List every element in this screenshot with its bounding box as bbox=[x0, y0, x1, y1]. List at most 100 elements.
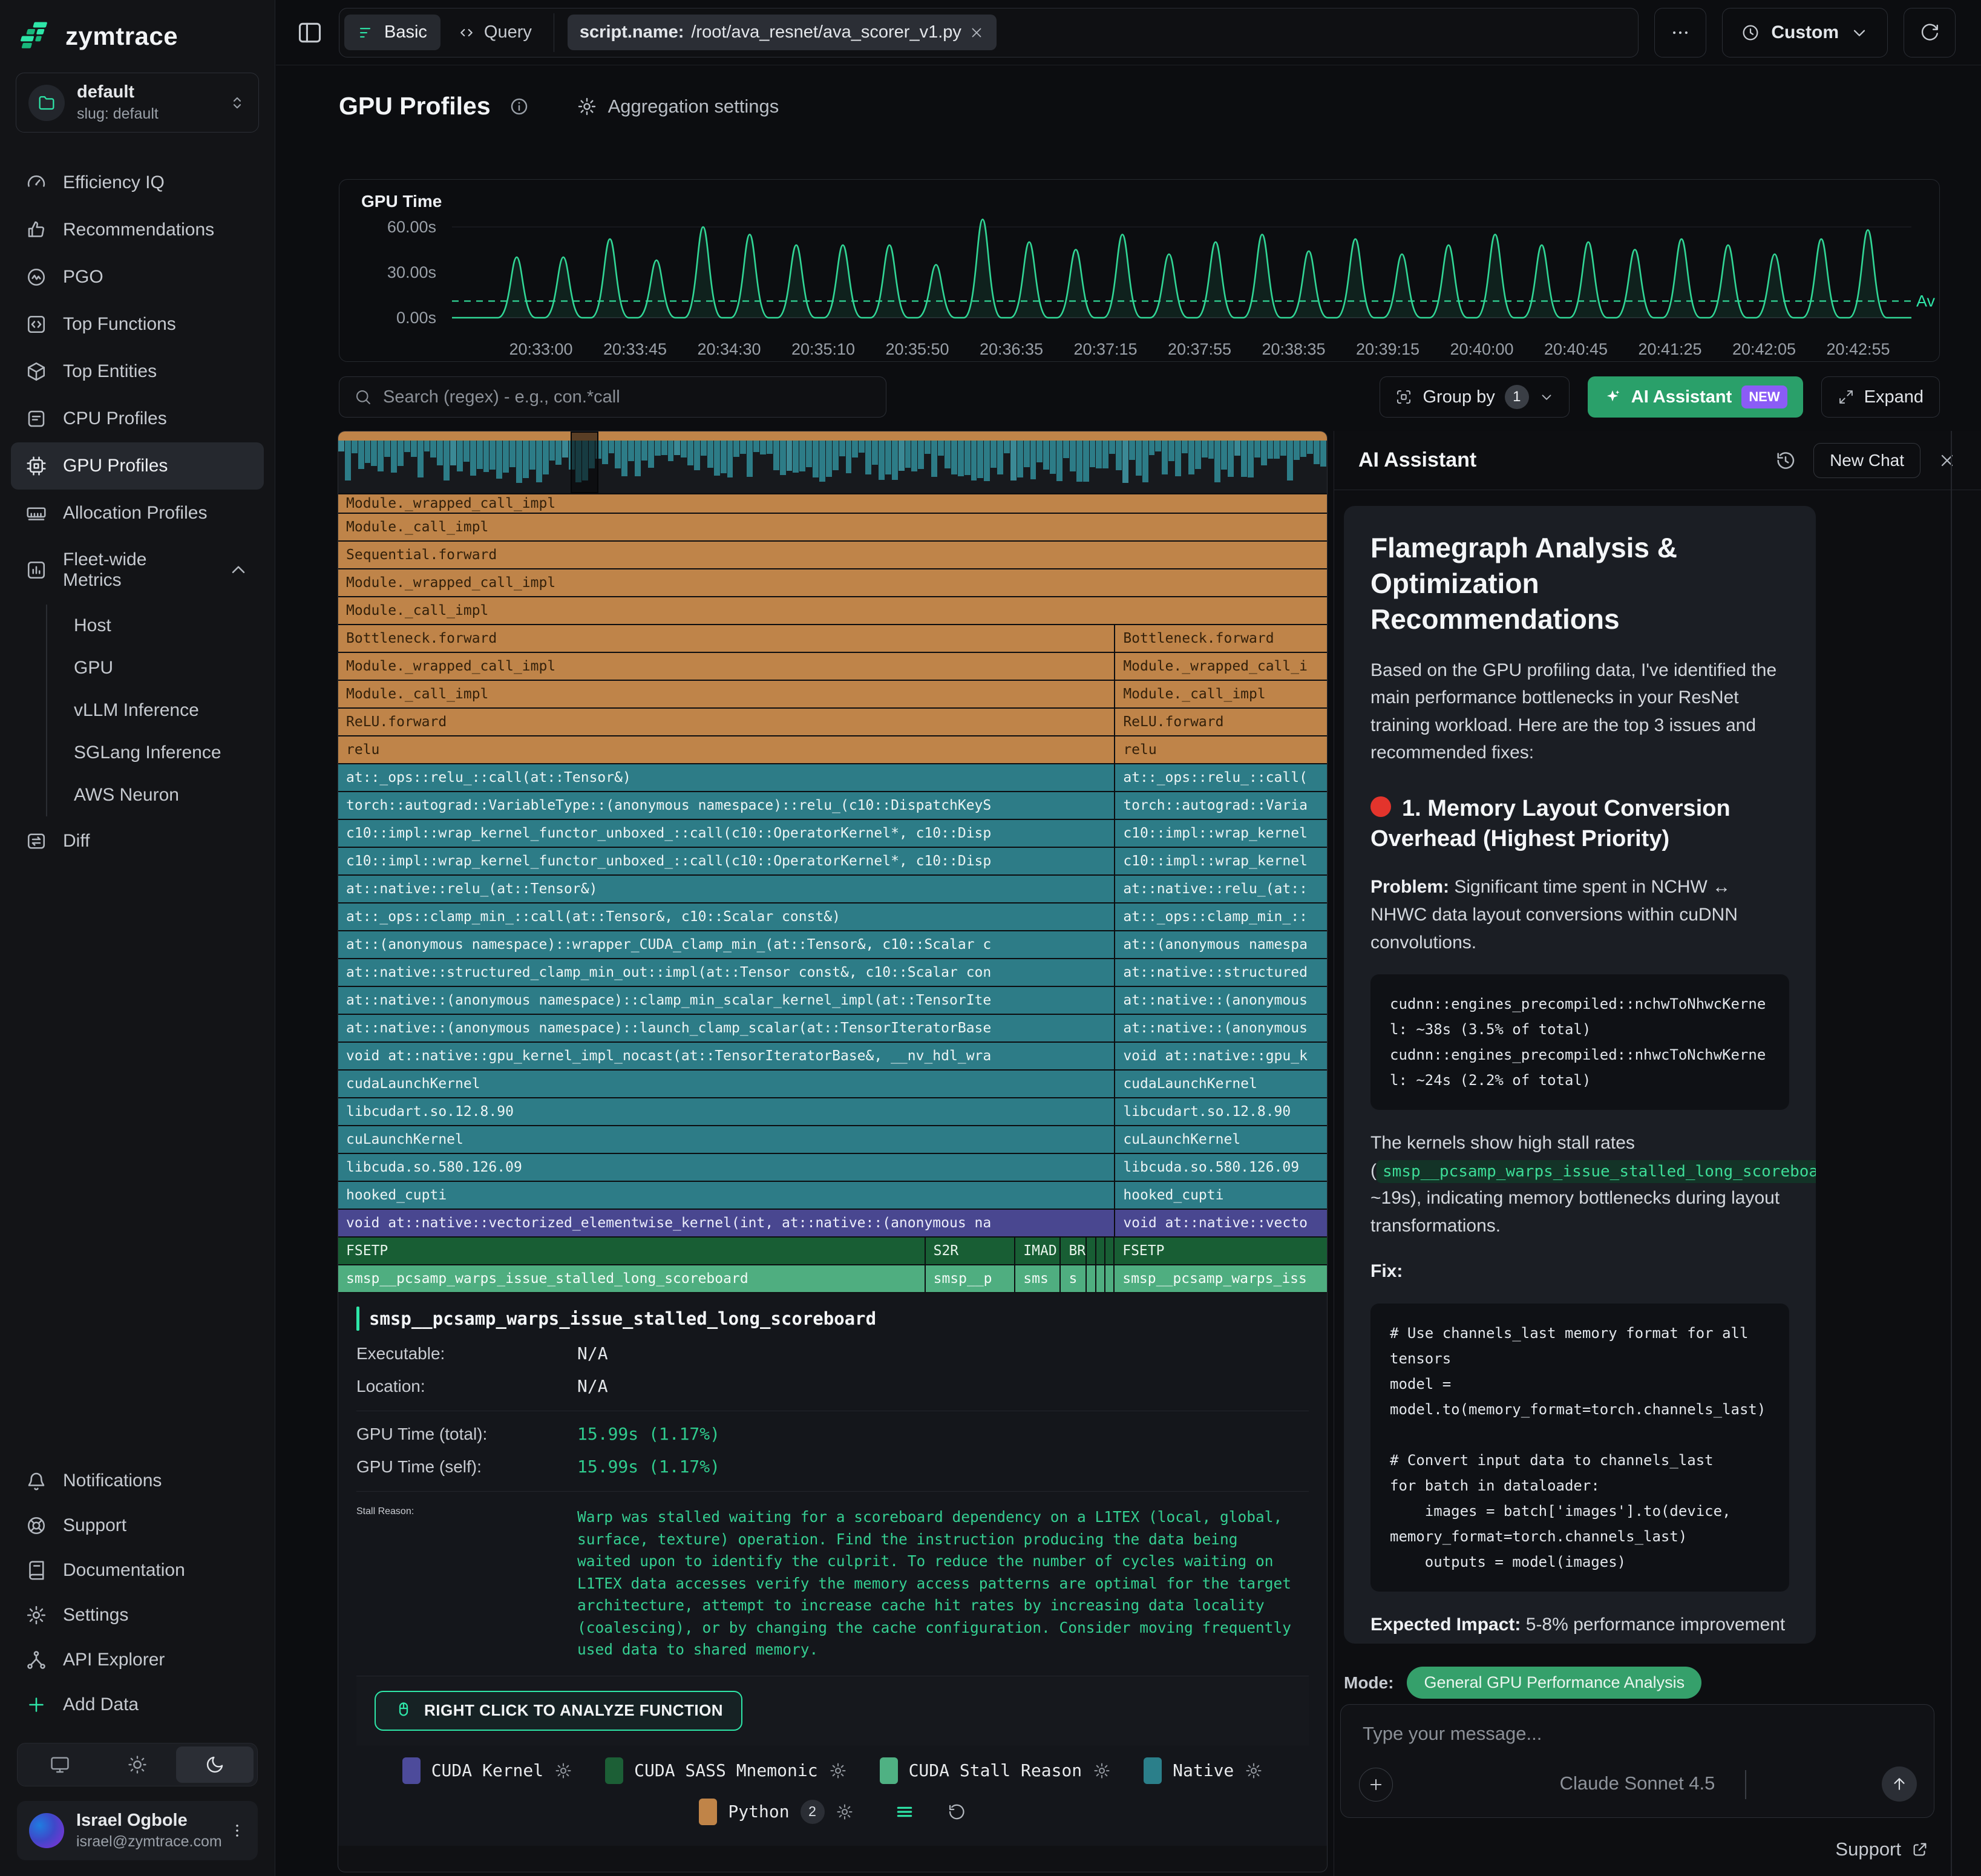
flame-frame[interactable]: relu bbox=[338, 736, 1114, 763]
flame-frame[interactable]: at::_ops::clamp_min_:: bbox=[1115, 904, 1327, 930]
refresh-button[interactable] bbox=[1904, 8, 1956, 57]
expand-button[interactable]: Expand bbox=[1821, 376, 1940, 418]
flame-frame[interactable]: cuLaunchKernel bbox=[338, 1126, 1114, 1153]
aggregation-settings-button[interactable]: Aggregation settings bbox=[577, 96, 779, 117]
gpu-time-chart[interactable]: Avg60.00s30.00s0.00s20:33:0020:33:4520:3… bbox=[344, 211, 1936, 360]
flame-frame[interactable]: smsp__pcsamp_warps_iss bbox=[1115, 1265, 1327, 1292]
new-chat-button[interactable]: New Chat bbox=[1813, 443, 1920, 478]
flame-frame[interactable]: cudaLaunchKernel bbox=[338, 1071, 1114, 1097]
close-icon[interactable] bbox=[969, 25, 984, 41]
sidebar-item-aws-neuron[interactable]: AWS Neuron bbox=[47, 774, 264, 816]
flame-frame[interactable]: smsp__pcsamp_warps_issue_stalled_long_sc… bbox=[338, 1265, 925, 1292]
tab-basic[interactable]: Basic bbox=[344, 15, 440, 50]
flame-frame[interactable]: Bottleneck.forward bbox=[338, 625, 1114, 652]
flame-frame[interactable]: at::native::(anonymous namespace)::launc… bbox=[338, 1015, 1114, 1041]
close-icon[interactable] bbox=[1937, 451, 1957, 470]
gear-icon[interactable] bbox=[829, 1762, 847, 1780]
minimap-viewport-handle[interactable] bbox=[571, 431, 598, 493]
flame-frame[interactable]: s bbox=[1061, 1265, 1085, 1292]
flame-frame[interactable]: at::_ops::relu_::call(at::Tensor&) bbox=[338, 764, 1114, 791]
flame-frame[interactable]: FSETP bbox=[338, 1238, 925, 1264]
sidebar-item-top-entities[interactable]: Top Entities bbox=[11, 348, 264, 395]
flame-frame[interactable]: Module._call_impl bbox=[1115, 681, 1327, 707]
flame-frame[interactable]: Module._wrapped_call_impl bbox=[338, 569, 1327, 596]
flame-frame[interactable]: cuLaunchKernel bbox=[1115, 1126, 1327, 1153]
flame-frame[interactable]: void at::native::gpu_kernel_impl_nocast(… bbox=[338, 1043, 1114, 1069]
flame-frame[interactable]: c10::impl::wrap_kernel_functor_unboxed_:… bbox=[338, 848, 1114, 874]
sidebar-item-vllm-inference[interactable]: vLLM Inference bbox=[47, 689, 264, 732]
flame-frame[interactable] bbox=[1087, 1265, 1095, 1292]
flame-frame[interactable]: ReLU.forward bbox=[1115, 709, 1327, 735]
sidebar-item-top-functions[interactable]: Top Functions bbox=[11, 301, 264, 348]
flame-frame[interactable]: at::(anonymous namespa bbox=[1115, 931, 1327, 958]
flame-frame[interactable]: Sequential.forward bbox=[338, 542, 1327, 568]
gear-icon[interactable] bbox=[1245, 1762, 1263, 1780]
chat-input[interactable]: Type your message... Claude Sonnet 4.5 bbox=[1340, 1704, 1934, 1818]
sidebar-item-api-explorer[interactable]: API Explorer bbox=[11, 1638, 264, 1682]
flame-frame[interactable]: at::native::(anonymous namespace)::clamp… bbox=[338, 987, 1114, 1014]
flame-frame[interactable]: at::_ops::clamp_min_::call(at::Tensor&, … bbox=[338, 904, 1114, 930]
flame-frame[interactable]: Module._call_impl bbox=[338, 681, 1114, 707]
sidebar-toggle-icon[interactable] bbox=[296, 19, 323, 46]
flame-frame[interactable]: at::native::structured_clamp_min_out::im… bbox=[338, 959, 1114, 986]
flame-frame[interactable]: at::native::structured bbox=[1115, 959, 1327, 986]
theme-system-button[interactable] bbox=[21, 1746, 99, 1783]
chat-scrollbar[interactable] bbox=[1951, 431, 1952, 1876]
flame-frame[interactable]: libcuda.so.580.126.09 bbox=[1115, 1154, 1327, 1181]
flame-frame[interactable]: c10::impl::wrap_kernel bbox=[1115, 820, 1327, 847]
sidebar-item-settings[interactable]: Settings bbox=[11, 1593, 264, 1638]
flame-frame[interactable] bbox=[1105, 1238, 1113, 1264]
flame-frame[interactable]: Module._wrapped_call_i bbox=[1115, 653, 1327, 680]
flame-frame[interactable]: ReLU.forward bbox=[338, 709, 1114, 735]
history-icon[interactable] bbox=[1775, 450, 1796, 471]
sidebar-item-allocation-profiles[interactable]: Allocation Profiles bbox=[11, 490, 264, 537]
sidebar-item-sglang-inference[interactable]: SGLang Inference bbox=[47, 732, 264, 774]
sidebar-item-efficiency-iq[interactable]: Efficiency IQ bbox=[11, 159, 264, 206]
flame-frame[interactable]: torch::autograd::Varia bbox=[1115, 792, 1327, 819]
sidebar-item-recommendations[interactable]: Recommendations bbox=[11, 206, 264, 254]
workspace-selector[interactable]: default slug: default bbox=[16, 73, 259, 133]
search-input[interactable]: Search (regex) - e.g., con.*call bbox=[339, 376, 886, 418]
more-options-button[interactable] bbox=[1654, 8, 1706, 57]
sidebar-item-host[interactable]: Host bbox=[47, 605, 264, 647]
filter-chip[interactable]: script.name: /root/ava_resnet/ava_scorer… bbox=[568, 15, 997, 50]
time-range-button[interactable]: Custom bbox=[1722, 8, 1888, 57]
flame-frame[interactable]: relu bbox=[1115, 736, 1327, 763]
ai-assistant-button[interactable]: AI Assistant NEW bbox=[1588, 376, 1803, 418]
flame-frame[interactable]: Module._call_impl bbox=[338, 597, 1327, 624]
sidebar-item-diff[interactable]: Diff bbox=[11, 818, 264, 865]
sidebar-item-fleet-wide-metrics[interactable]: Fleet-wide Metrics bbox=[11, 537, 264, 603]
group-by-button[interactable]: Group by 1 bbox=[1380, 376, 1569, 418]
user-card[interactable]: Israel Ogbole israel@zymtrace.com bbox=[17, 1801, 258, 1860]
gear-icon[interactable] bbox=[1093, 1762, 1111, 1780]
mode-chip[interactable]: General GPU Performance Analysis bbox=[1407, 1667, 1701, 1699]
hamburger-icon[interactable] bbox=[895, 1802, 914, 1822]
flame-frame[interactable]: FSETP bbox=[1115, 1238, 1327, 1264]
flame-frame[interactable]: torch::autograd::VariableType::(anonymou… bbox=[338, 792, 1114, 819]
flame-frame[interactable]: sms bbox=[1015, 1265, 1059, 1292]
gear-icon[interactable] bbox=[836, 1803, 854, 1821]
sidebar-item-add-data[interactable]: Add Data bbox=[11, 1682, 264, 1727]
sidebar-item-support[interactable]: Support bbox=[11, 1503, 264, 1548]
reset-icon[interactable] bbox=[947, 1802, 966, 1822]
flame-frame[interactable]: smsp__p bbox=[926, 1265, 1015, 1292]
flame-frame[interactable]: cudaLaunchKernel bbox=[1115, 1071, 1327, 1097]
flame-frame[interactable] bbox=[1105, 1265, 1113, 1292]
theme-light-button[interactable] bbox=[99, 1746, 176, 1783]
flame-frame[interactable]: libcudart.so.12.8.90 bbox=[1115, 1098, 1327, 1125]
gear-icon[interactable] bbox=[554, 1762, 572, 1780]
sidebar-item-gpu-profiles[interactable]: GPU Profiles bbox=[11, 442, 264, 490]
flame-frame[interactable]: void at::native::gpu_k bbox=[1115, 1043, 1327, 1069]
flame-frame[interactable]: at::native::relu_(at::Tensor&) bbox=[338, 876, 1114, 902]
send-button[interactable] bbox=[1882, 1766, 1917, 1802]
sidebar-item-notifications[interactable]: Notifications bbox=[11, 1458, 264, 1503]
sidebar-item-cpu-profiles[interactable]: CPU Profiles bbox=[11, 395, 264, 442]
support-link[interactable]: Support bbox=[1835, 1838, 1929, 1860]
flame-frame[interactable]: at::native::(anonymous bbox=[1115, 1015, 1327, 1041]
analyze-function-button[interactable]: RIGHT CLICK TO ANALYZE FUNCTION bbox=[375, 1691, 742, 1731]
tab-query[interactable]: Query bbox=[444, 15, 545, 50]
flame-frame[interactable]: hooked_cupti bbox=[338, 1182, 1114, 1209]
flame-frame[interactable] bbox=[1096, 1238, 1104, 1264]
kebab-menu-icon[interactable] bbox=[229, 1822, 246, 1839]
flame-frame[interactable]: at::native::(anonymous bbox=[1115, 987, 1327, 1014]
